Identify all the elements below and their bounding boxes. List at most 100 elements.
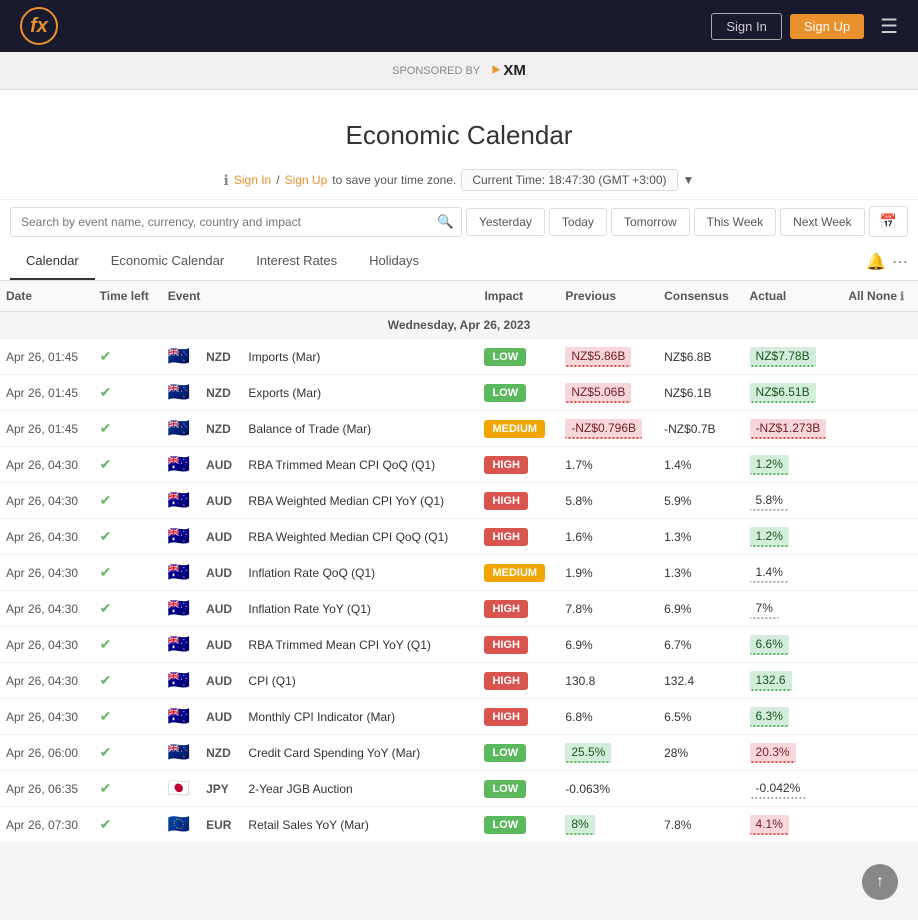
check-icon: ✔ xyxy=(100,492,112,508)
table-row: Apr 26, 01:45 ✔ 🇳🇿 NZD Imports (Mar) LOW… xyxy=(0,339,918,375)
timezone-signup-link[interactable]: Sign Up xyxy=(285,173,328,187)
check-icon: ✔ xyxy=(100,816,112,832)
filter-next-week-button[interactable]: Next Week xyxy=(780,208,864,236)
event-currency: JPY xyxy=(200,771,242,807)
table-section: Date Time left Event Impact Previous Con… xyxy=(0,281,918,843)
actual-value: 20.3% xyxy=(750,743,796,763)
event-name[interactable]: Inflation Rate YoY (Q1) xyxy=(242,591,478,627)
event-currency: NZD xyxy=(200,375,242,411)
actual-value: 4.1% xyxy=(750,815,789,835)
site-logo[interactable]: fx xyxy=(20,7,58,45)
tabs-row: Calendar Economic Calendar Interest Rate… xyxy=(0,243,918,281)
actual-value: 6.6% xyxy=(750,635,789,655)
more-options-icon[interactable]: ⋯ xyxy=(892,252,908,272)
tab-economic-calendar[interactable]: Economic Calendar xyxy=(95,243,240,280)
actual-value: 132.6 xyxy=(750,671,792,691)
event-flag: 🇦🇺 xyxy=(162,627,200,663)
top-navigation: fx Sign In Sign Up ☰ xyxy=(0,0,918,52)
event-flag: 🇳🇿 xyxy=(162,411,200,447)
event-name[interactable]: RBA Trimmed Mean CPI YoY (Q1) xyxy=(242,627,478,663)
event-name[interactable]: RBA Trimmed Mean CPI QoQ (Q1) xyxy=(242,447,478,483)
event-previous: 130.8 xyxy=(559,663,658,699)
event-name[interactable]: 2-Year JGB Auction xyxy=(242,771,478,807)
event-date: Apr 26, 06:00 xyxy=(0,735,94,771)
event-check: ✔ xyxy=(94,519,162,555)
impact-badge: HIGH xyxy=(484,528,528,546)
event-previous: 1.7% xyxy=(559,447,658,483)
event-name[interactable]: RBA Weighted Median CPI QoQ (Q1) xyxy=(242,519,478,555)
event-name[interactable]: CPI (Q1) xyxy=(242,663,478,699)
event-currency: AUD xyxy=(200,591,242,627)
event-alert xyxy=(842,663,918,699)
event-check: ✔ xyxy=(94,555,162,591)
page-title-section: Economic Calendar xyxy=(0,90,918,161)
tab-holidays[interactable]: Holidays xyxy=(353,243,435,280)
event-currency: NZD xyxy=(200,411,242,447)
event-date: Apr 26, 06:35 xyxy=(0,771,94,807)
timezone-dropdown-icon[interactable]: ▼ xyxy=(683,173,695,187)
tabs-left: Calendar Economic Calendar Interest Rate… xyxy=(10,243,435,280)
event-impact: MEDIUM xyxy=(478,411,559,447)
event-name[interactable]: RBA Weighted Median CPI YoY (Q1) xyxy=(242,483,478,519)
filter-tomorrow-button[interactable]: Tomorrow xyxy=(611,208,690,236)
previous-value: 7.8% xyxy=(565,602,592,616)
event-date: Apr 26, 04:30 xyxy=(0,447,94,483)
event-alert xyxy=(842,627,918,663)
event-impact: LOW xyxy=(478,771,559,807)
impact-badge: LOW xyxy=(484,348,526,366)
previous-value: 1.6% xyxy=(565,530,592,544)
event-alert xyxy=(842,519,918,555)
hamburger-menu-icon[interactable]: ☰ xyxy=(880,14,898,39)
scroll-to-top-button[interactable]: ↑ xyxy=(862,864,898,900)
sponsor-logo[interactable]: ⯈ XM xyxy=(490,62,526,79)
th-all-none[interactable]: All None ℹ xyxy=(842,281,918,312)
timezone-signin-link[interactable]: Sign In xyxy=(234,173,271,187)
event-previous: 25.5% xyxy=(559,735,658,771)
event-previous: NZ$5.06B xyxy=(559,375,658,411)
event-consensus: 6.7% xyxy=(658,627,743,663)
event-name[interactable]: Credit Card Spending YoY (Mar) xyxy=(242,735,478,771)
filter-today-button[interactable]: Today xyxy=(549,208,607,236)
signin-button[interactable]: Sign In xyxy=(711,13,781,40)
calendar-picker-button[interactable]: 📅 xyxy=(869,206,908,237)
event-flag: 🇦🇺 xyxy=(162,591,200,627)
signup-button[interactable]: Sign Up xyxy=(790,14,864,39)
event-name[interactable]: Inflation Rate QoQ (Q1) xyxy=(242,555,478,591)
filter-yesterday-button[interactable]: Yesterday xyxy=(466,208,545,236)
event-alert xyxy=(842,483,918,519)
event-name[interactable]: Exports (Mar) xyxy=(242,375,478,411)
search-button[interactable]: 🔍 xyxy=(437,214,454,230)
table-row: Apr 26, 04:30 ✔ 🇦🇺 AUD RBA Trimmed Mean … xyxy=(0,627,918,663)
check-icon: ✔ xyxy=(100,636,112,652)
tab-calendar[interactable]: Calendar xyxy=(10,243,95,280)
tab-interest-rates[interactable]: Interest Rates xyxy=(240,243,353,280)
previous-value: 8% xyxy=(565,815,594,835)
event-name[interactable]: Monthly CPI Indicator (Mar) xyxy=(242,699,478,735)
bell-icon[interactable]: 🔔 xyxy=(866,252,886,272)
event-currency: AUD xyxy=(200,555,242,591)
timezone-bar: ℹ Sign In / Sign Up to save your time zo… xyxy=(0,161,918,199)
event-actual: 6.3% xyxy=(744,699,843,735)
table-row: Apr 26, 04:30 ✔ 🇦🇺 AUD Inflation Rate Yo… xyxy=(0,591,918,627)
event-name[interactable]: Imports (Mar) xyxy=(242,339,478,375)
event-actual: 6.6% xyxy=(744,627,843,663)
check-icon: ✔ xyxy=(100,528,112,544)
event-actual: 4.1% xyxy=(744,807,843,843)
event-actual: 20.3% xyxy=(744,735,843,771)
impact-badge: HIGH xyxy=(484,708,528,726)
event-previous: 1.6% xyxy=(559,519,658,555)
event-consensus: 6.5% xyxy=(658,699,743,735)
event-previous: 1.9% xyxy=(559,555,658,591)
event-previous: 6.9% xyxy=(559,627,658,663)
impact-badge: HIGH xyxy=(484,636,528,654)
search-input[interactable] xyxy=(10,207,462,237)
table-row: Apr 26, 04:30 ✔ 🇦🇺 AUD RBA Weighted Medi… xyxy=(0,483,918,519)
event-name[interactable]: Balance of Trade (Mar) xyxy=(242,411,478,447)
event-name[interactable]: Retail Sales YoY (Mar) xyxy=(242,807,478,843)
event-date: Apr 26, 01:45 xyxy=(0,375,94,411)
event-alert xyxy=(842,699,918,735)
event-impact: HIGH xyxy=(478,591,559,627)
filter-this-week-button[interactable]: This Week xyxy=(694,208,776,236)
event-check: ✔ xyxy=(94,627,162,663)
impact-badge: LOW xyxy=(484,816,526,834)
